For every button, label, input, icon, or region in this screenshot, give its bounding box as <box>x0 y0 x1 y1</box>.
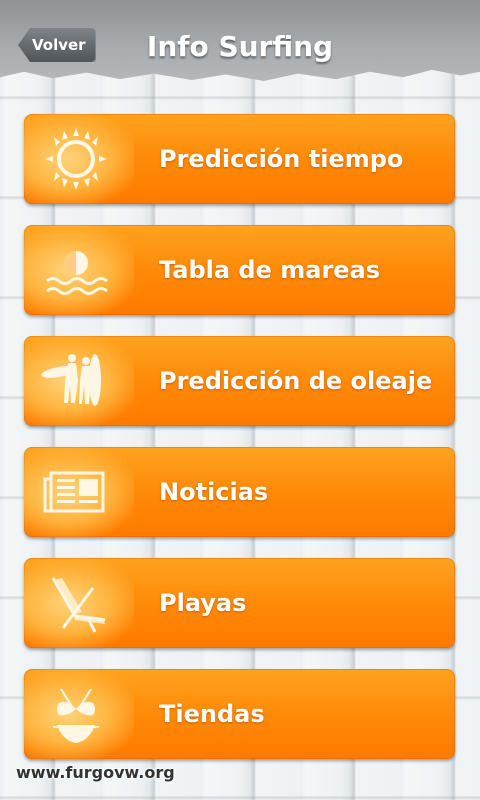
tide-icon <box>24 225 134 315</box>
menu-item-label: Predicción tiempo <box>159 145 404 173</box>
menu-item-tabla-mareas[interactable]: Tabla de mareas <box>24 225 455 315</box>
menu-item-label: Predicción de oleaje <box>159 367 433 395</box>
page-title: Info Surfing <box>146 30 334 63</box>
menu-item-label: Noticias <box>159 478 269 506</box>
sun-icon <box>24 114 134 204</box>
menu-item-prediccion-oleaje[interactable]: Predicción de oleaje <box>24 336 455 426</box>
menu-item-tiendas[interactable]: Tiendas <box>24 669 455 759</box>
bikini-icon <box>24 669 134 759</box>
menu-item-label: Playas <box>159 589 247 617</box>
surfers-icon <box>24 336 134 426</box>
menu-item-noticias[interactable]: Noticias <box>24 447 455 537</box>
beach-chair-icon <box>24 558 134 648</box>
menu-item-label: Tiendas <box>159 700 265 728</box>
menu-item-prediccion-tiempo[interactable]: Predicción tiempo <box>24 114 455 204</box>
newspaper-icon <box>24 447 134 537</box>
watermark: www.furgovw.org <box>16 763 175 782</box>
menu-item-playas[interactable]: Playas <box>24 558 455 648</box>
menu-list: Predicción tiempo Tabla de mareas Predic… <box>24 114 455 780</box>
menu-item-label: Tabla de mareas <box>159 256 381 284</box>
